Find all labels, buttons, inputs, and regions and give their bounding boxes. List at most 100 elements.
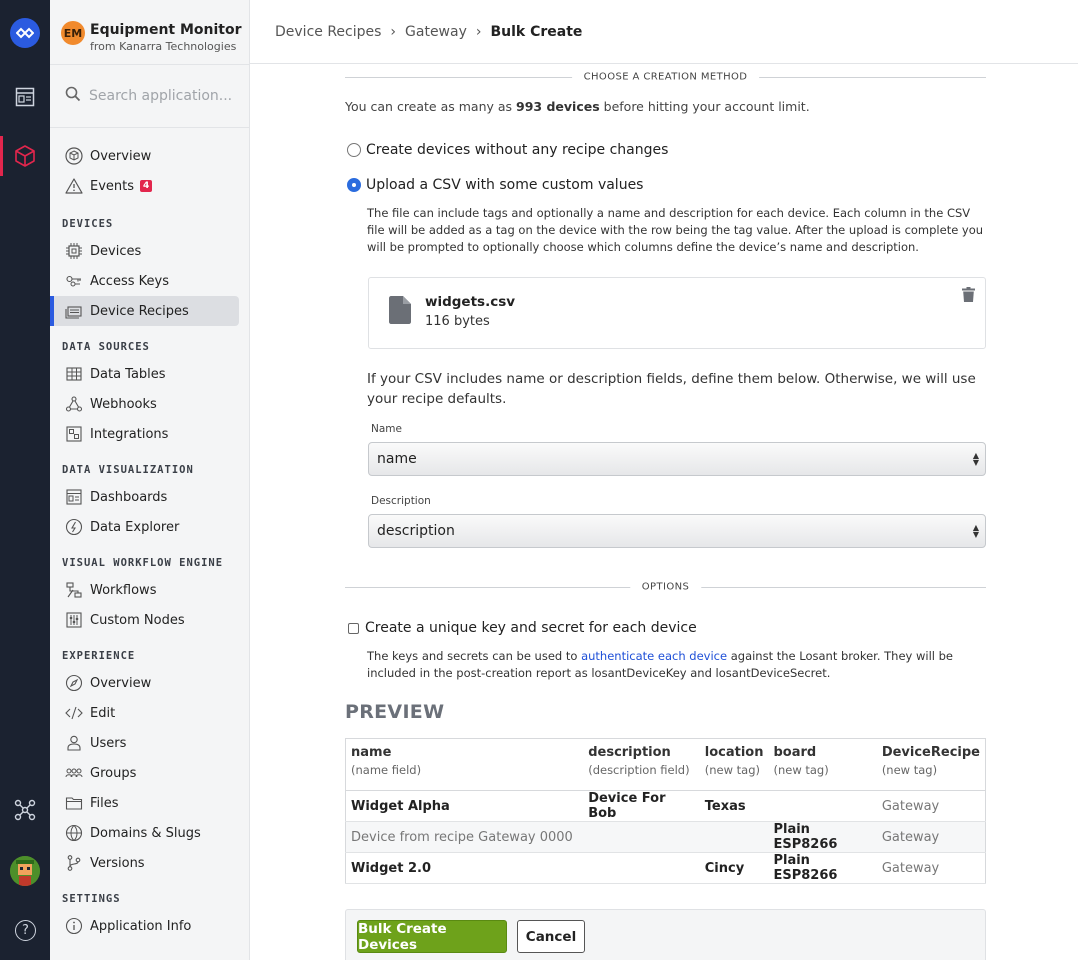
user-icon	[65, 734, 83, 752]
csv-help-text: The file can include tags and optionally…	[367, 206, 984, 254]
sidebar-item-data-tables[interactable]: Data Tables	[51, 359, 239, 389]
sidebar-item-data-explorer[interactable]: Data Explorer	[51, 512, 239, 542]
table-cell	[699, 821, 769, 853]
search-icon	[65, 86, 81, 106]
warning-icon	[65, 177, 83, 195]
csv-mapping-info: If your CSV includes name or description…	[367, 371, 976, 407]
sidebar-item-label: Overview	[90, 675, 152, 691]
table-cell: Cincy	[699, 852, 769, 884]
select-caret-icon: ▲ ▼	[972, 451, 979, 467]
table-cell	[583, 852, 700, 884]
sidebar-item-files[interactable]: Files	[51, 788, 239, 818]
bulk-create-button[interactable]: Bulk Create Devices	[357, 920, 507, 953]
app-org: from Kanarra Technologies	[90, 40, 237, 53]
app-initials-badge: EM	[61, 21, 85, 45]
sidebar-item-integrations[interactable]: Integrations	[51, 419, 239, 449]
radio-button-selected[interactable]	[347, 178, 361, 192]
sliders-icon	[65, 611, 83, 629]
unique-key-option[interactable]: Create a unique key and secret for each …	[348, 620, 697, 636]
rail-active-indicator	[0, 136, 3, 176]
table-cell	[583, 821, 700, 853]
sidebar-item-edit[interactable]: Edit	[51, 698, 239, 728]
sidebar-item-domains-slugs[interactable]: Domains & Slugs	[51, 818, 239, 848]
cube-icon[interactable]	[13, 144, 37, 168]
column-subtitle: (new tag)	[773, 763, 829, 777]
section-title: CHOOSE A CREATION METHOD	[571, 71, 760, 83]
unique-key-checkbox[interactable]	[348, 622, 359, 634]
column-header: description (description field)	[583, 738, 700, 791]
folder-icon	[65, 794, 83, 812]
app-header[interactable]: EM Equipment Monitor from Kanarra Techno…	[50, 0, 249, 64]
trash-icon[interactable]	[962, 287, 975, 306]
uploaded-file-card: widgets.csv 116 bytes	[368, 277, 986, 349]
authenticate-link[interactable]: authenticate each device	[581, 649, 727, 663]
unique-key-help: The keys and secrets can be used to auth…	[367, 648, 987, 682]
sidebar-item-application-info[interactable]: Application Info	[51, 911, 239, 941]
sidebar-item-label: Files	[90, 795, 119, 811]
limit-value: 993 devices	[516, 99, 600, 114]
table-cell: Plain ESP8266	[768, 852, 877, 884]
recipe-icon	[65, 302, 83, 320]
sidebar-item-overview[interactable]: Overview	[51, 141, 239, 171]
explorer-icon	[65, 518, 83, 536]
table-row: Device from recipe Gateway 0000 Plain ES…	[345, 821, 986, 853]
sidebar-item-experience-overview[interactable]: Overview	[51, 668, 239, 698]
table-row: Widget Alpha Device For Bob Texas Gatewa…	[345, 790, 986, 822]
column-header: board (new tag)	[768, 738, 877, 791]
nav-section-settings: SETTINGS	[62, 893, 121, 905]
radio-button[interactable]	[347, 143, 361, 157]
losant-logo-icon[interactable]	[10, 18, 40, 48]
sidebar-item-groups[interactable]: Groups	[51, 758, 239, 788]
column-subtitle: (description field)	[588, 763, 690, 777]
help-prefix: The keys and secrets can be used to	[367, 649, 582, 663]
device-limit-text: You can create as many as 993 devices be…	[345, 99, 810, 114]
sidebar-item-workflows[interactable]: Workflows	[51, 575, 239, 605]
description-select[interactable]: description ▲ ▼	[368, 514, 986, 548]
cancel-button[interactable]: Cancel	[517, 920, 585, 953]
name-select[interactable]: name ▲ ▼	[368, 442, 986, 476]
sidebar-item-device-recipes[interactable]: Device Recipes	[50, 296, 239, 326]
limit-suffix: before hitting your account limit.	[599, 99, 810, 114]
sidebar-item-label: Device Recipes	[90, 303, 189, 319]
sidebar-search	[50, 64, 249, 128]
integrations-icon	[65, 425, 83, 443]
column-subtitle: (name field)	[351, 763, 422, 777]
events-count-badge: 4	[140, 180, 153, 192]
help-icon[interactable]: ?	[15, 920, 36, 941]
name-field-label: Name	[371, 423, 402, 435]
breadcrumb-separator: ›	[390, 23, 397, 40]
preview-title: PREVIEW	[345, 701, 445, 723]
checkbox-label: Create a unique key and secret for each …	[365, 620, 697, 636]
globe-icon	[65, 824, 83, 842]
user-avatar[interactable]	[10, 856, 40, 886]
column-subtitle: (new tag)	[704, 763, 760, 777]
search-input[interactable]	[89, 88, 239, 104]
dashboard-icon[interactable]	[13, 85, 37, 109]
column-header: name (name field)	[345, 738, 584, 791]
description-field-label: Description	[371, 495, 431, 507]
workflow-nodes-icon[interactable]	[13, 798, 37, 822]
sidebar-item-dashboards[interactable]: Dashboards	[51, 482, 239, 512]
sidebar-item-label: Application Info	[90, 918, 192, 934]
breadcrumb-device-recipes[interactable]: Device Recipes	[275, 24, 381, 40]
breadcrumb-current: Bulk Create	[490, 23, 583, 40]
info-icon	[65, 917, 83, 935]
table-row: Widget 2.0 Cincy Plain ESP8266 Gateway	[345, 852, 986, 884]
breadcrumb: Device Recipes › Gateway › Bulk Create	[250, 0, 1078, 64]
sidebar-item-webhooks[interactable]: Webhooks	[51, 389, 239, 419]
sidebar-item-events[interactable]: Events 4	[51, 171, 239, 201]
dashboard-icon	[65, 488, 83, 506]
sidebar-item-users[interactable]: Users	[51, 728, 239, 758]
breadcrumb-gateway[interactable]: Gateway	[405, 24, 467, 40]
radio-option-upload-csv[interactable]: Upload a CSV with some custom values	[347, 177, 643, 193]
sidebar-item-label: Integrations	[90, 426, 169, 442]
sidebar-item-versions[interactable]: Versions	[51, 848, 239, 878]
table-cell: Texas	[699, 790, 769, 822]
sidebar-item-custom-nodes[interactable]: Custom Nodes	[51, 605, 239, 635]
breadcrumb-separator: ›	[475, 23, 482, 40]
table-header-row: name (name field) description (description…	[345, 738, 986, 791]
radio-option-no-changes[interactable]: Create devices without any recipe change…	[347, 142, 668, 158]
preview-table: name (name field) description (description…	[345, 738, 986, 884]
sidebar-item-devices[interactable]: Devices	[51, 236, 239, 266]
sidebar-item-access-keys[interactable]: Access Keys	[51, 266, 239, 296]
